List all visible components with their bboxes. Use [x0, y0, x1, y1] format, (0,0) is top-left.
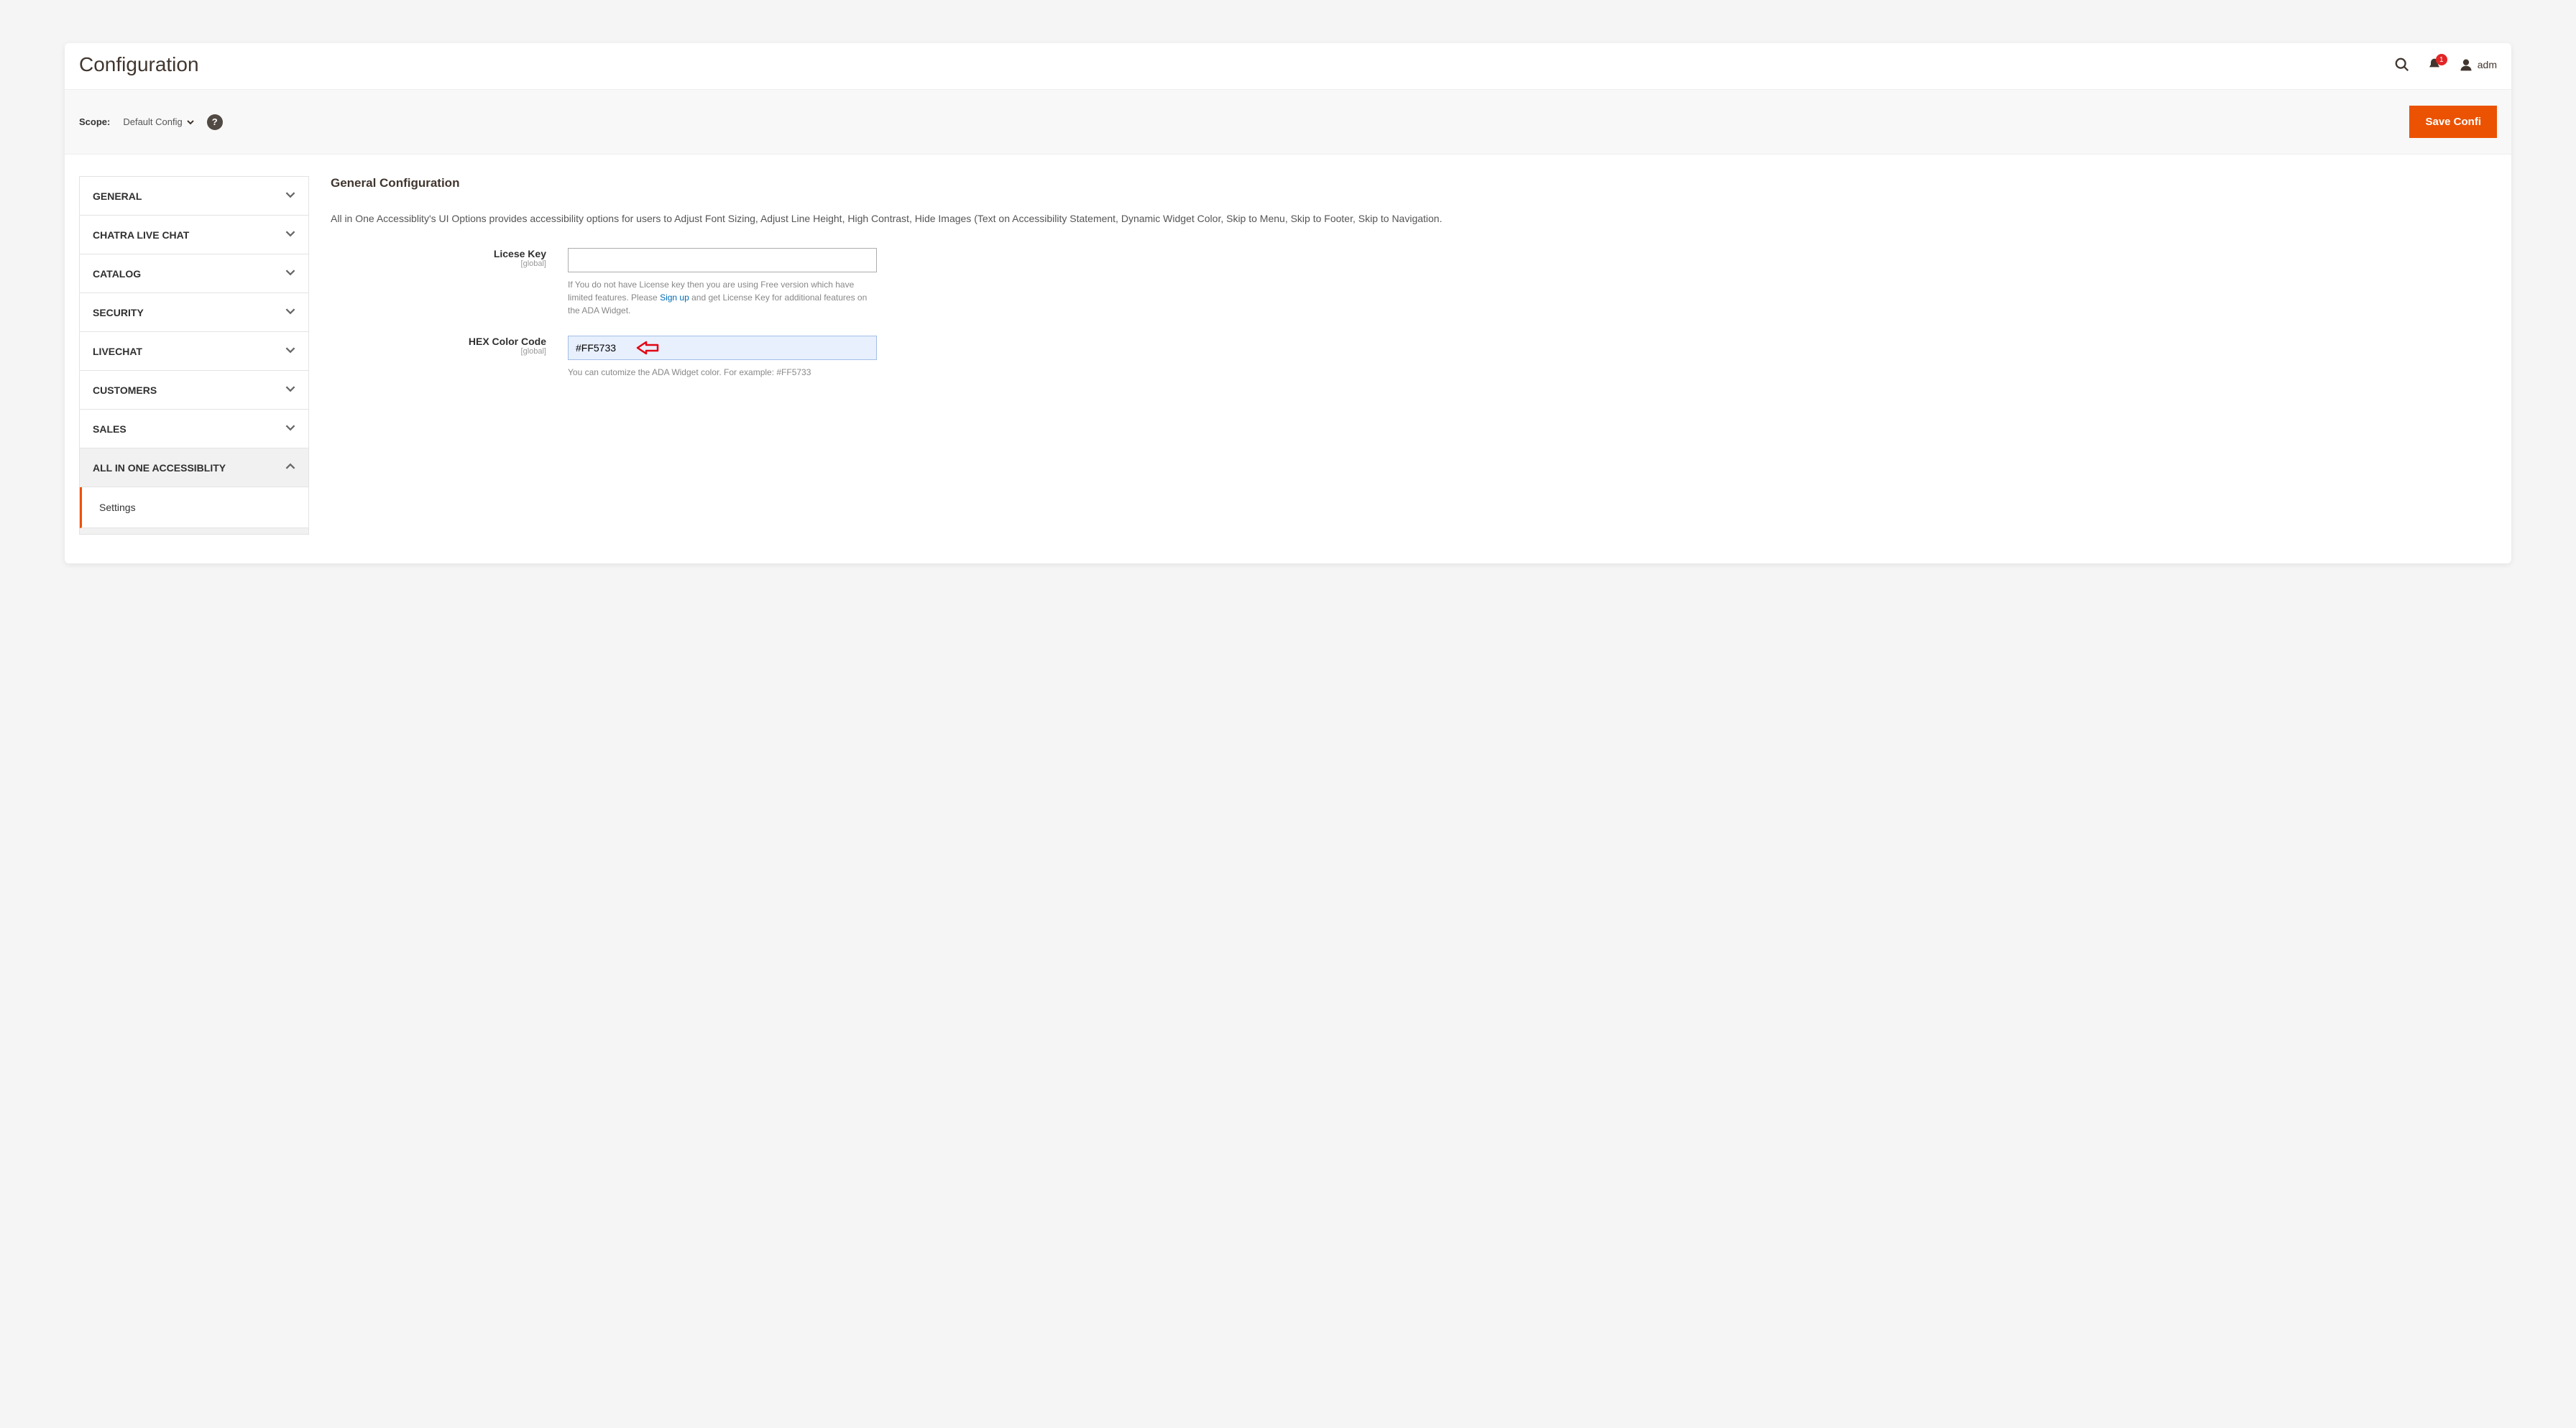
section-title: General Configuration [331, 176, 2497, 190]
page-title: Configuration [79, 53, 199, 76]
content: GENERAL CHATRA LIVE CHAT CATALOG SECURIT… [65, 155, 2511, 563]
field-label: HEX Color Code [469, 336, 546, 347]
section-description: All in One Accessiblity's UI Options pro… [331, 211, 2497, 226]
chevron-down-icon [285, 229, 295, 241]
username: adm [2478, 59, 2497, 70]
field-hint: If You do not have License key then you … [568, 278, 877, 317]
sidebar-item-label: SALES [93, 423, 126, 435]
field-label-wrap: HEX Color Code [global] [331, 336, 568, 356]
scope-label: Scope: [79, 116, 110, 127]
field-scope: [global] [331, 347, 546, 356]
search-icon[interactable] [2394, 57, 2410, 73]
license-key-input[interactable] [568, 248, 877, 272]
chevron-down-icon [285, 384, 295, 396]
sidebar-item-accessibility[interactable]: ALL IN ONE ACCESSIBLITY [80, 448, 308, 487]
chevron-down-icon [285, 190, 295, 202]
sidebar-item-label: CUSTOMERS [93, 384, 157, 396]
scope-bar: Scope: Default Config ? Save Confi [65, 90, 2511, 155]
chevron-down-icon [285, 267, 295, 280]
sidebar-item-label: GENERAL [93, 190, 142, 202]
field-hex-color: HEX Color Code [global] You can cutomize… [331, 336, 2497, 379]
field-license-key: Licese Key [global] If You do not have L… [331, 248, 2497, 317]
sidebar-item-security[interactable]: SECURITY [80, 293, 308, 332]
field-hint: You can cutomize the ADA Widget color. F… [568, 366, 877, 379]
field-control-wrap: If You do not have License key then you … [568, 248, 877, 317]
scope-selected-value: Default Config [123, 116, 182, 127]
chevron-down-icon [285, 423, 295, 435]
field-scope: [global] [331, 259, 546, 268]
field-control-wrap: You can cutomize the ADA Widget color. F… [568, 336, 877, 379]
sidebar-item-general[interactable]: GENERAL [80, 177, 308, 216]
config-window: Configuration 1 adm Scope: Default Confi… [65, 43, 2511, 563]
sidebar-item-chatra[interactable]: CHATRA LIVE CHAT [80, 216, 308, 254]
save-config-button[interactable]: Save Confi [2409, 106, 2497, 138]
page-header: Configuration 1 adm [65, 43, 2511, 90]
sidebar-item-label: CATALOG [93, 268, 141, 280]
sidebar-item-label: CHATRA LIVE CHAT [93, 229, 189, 241]
sidebar-item-label: SECURITY [93, 307, 144, 318]
user-menu[interactable]: adm [2459, 57, 2497, 72]
sidebar-item-catalog[interactable]: CATALOG [80, 254, 308, 293]
help-icon[interactable]: ? [207, 114, 223, 130]
main-panel: General Configuration All in One Accessi… [331, 176, 2497, 397]
notification-badge: 1 [2436, 54, 2447, 65]
chevron-up-icon [285, 461, 295, 474]
chevron-down-icon [285, 345, 295, 357]
sidebar-item-label: LIVECHAT [93, 346, 142, 357]
config-sidebar: GENERAL CHATRA LIVE CHAT CATALOG SECURIT… [79, 176, 309, 535]
notifications-icon[interactable]: 1 [2427, 57, 2442, 72]
header-actions: 1 adm [2394, 57, 2497, 73]
chevron-down-icon [285, 306, 295, 318]
sidebar-item-customers[interactable]: CUSTOMERS [80, 371, 308, 410]
sidebar-subitem-settings[interactable]: Settings [80, 487, 308, 528]
field-label: Licese Key [494, 248, 546, 259]
scope-left: Scope: Default Config ? [79, 114, 223, 130]
hex-color-input[interactable] [568, 336, 877, 360]
sidebar-item-livechat[interactable]: LIVECHAT [80, 332, 308, 371]
caret-down-icon [187, 119, 194, 126]
field-label-wrap: Licese Key [global] [331, 248, 568, 268]
sidebar-item-sales[interactable]: SALES [80, 410, 308, 448]
sidebar-item-label: ALL IN ONE ACCESSIBLITY [93, 462, 226, 474]
signup-link[interactable]: Sign up [660, 292, 689, 303]
scope-selector[interactable]: Default Config [123, 116, 193, 127]
sidebar-divider [80, 528, 308, 534]
